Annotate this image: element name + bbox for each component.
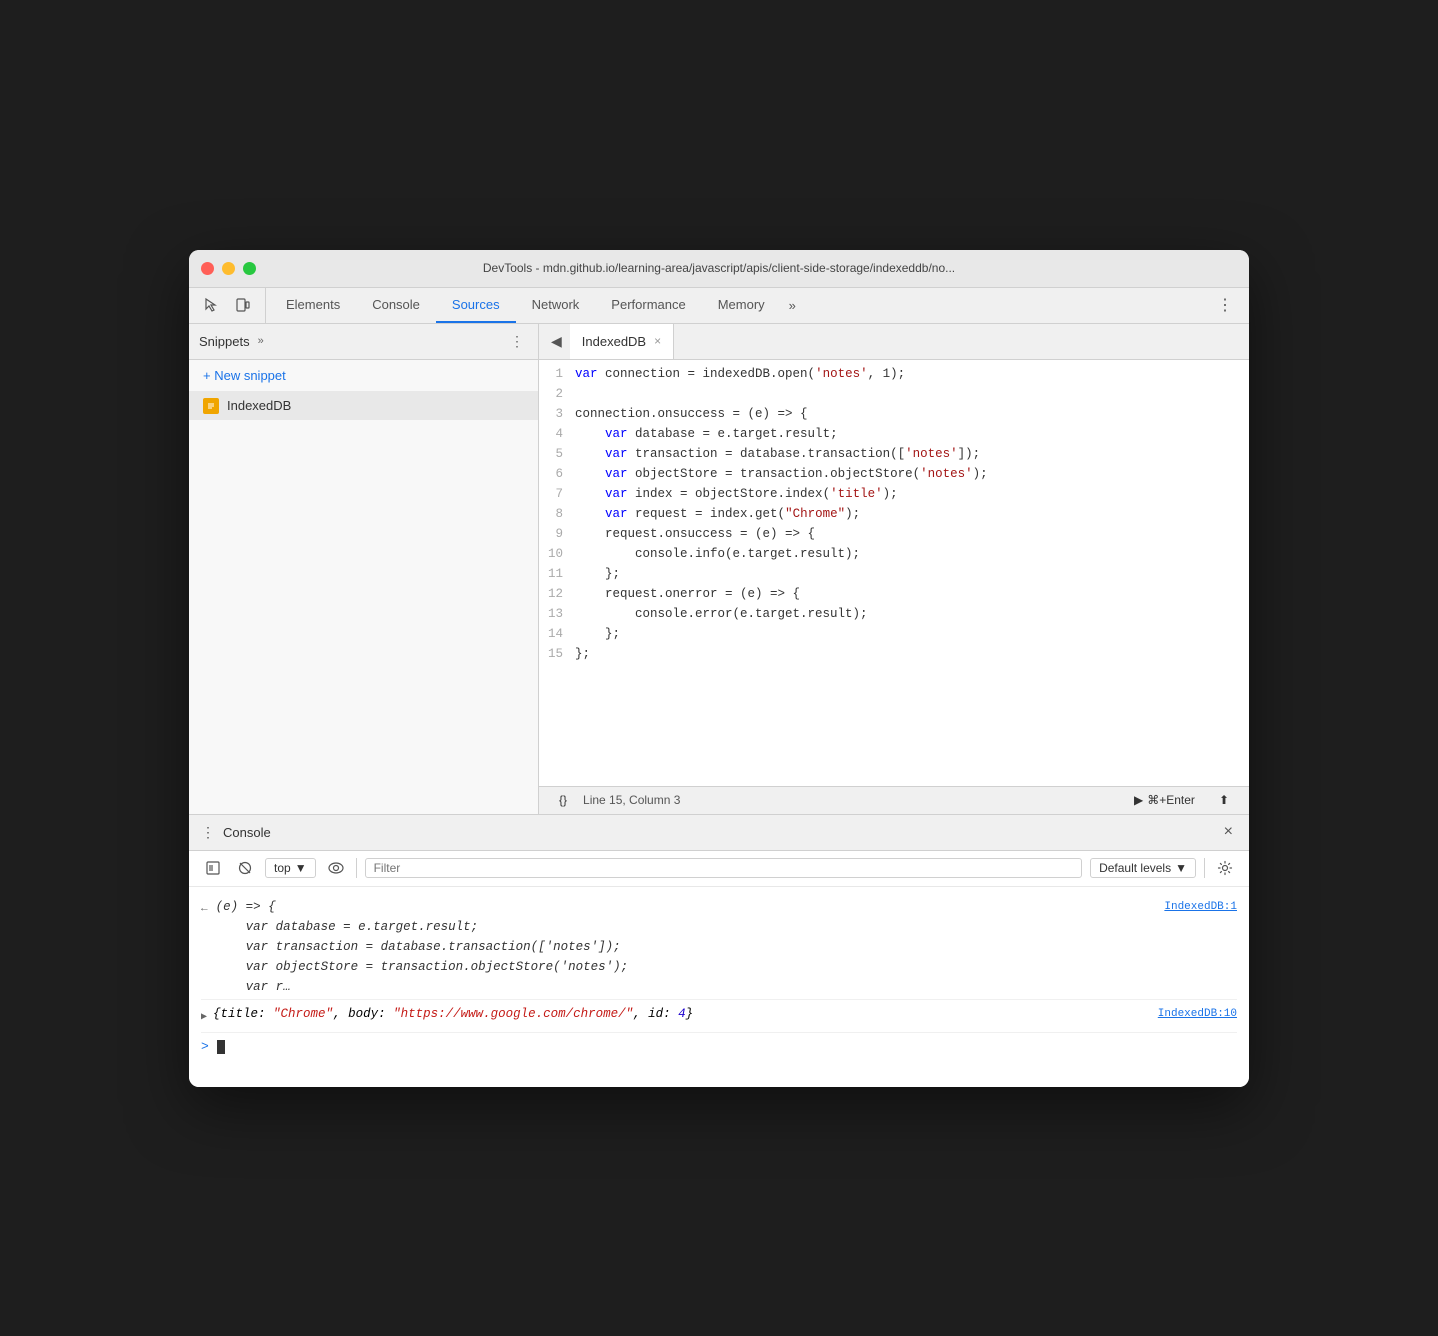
console-prompt[interactable]: > [201,1033,1237,1061]
code-line-6: 6 var objectStore = transaction.objectSt… [539,464,1249,484]
console-toolbar: top ▼ Default levels ▼ [189,851,1249,887]
nav-tabs: Elements Console Sources Network Perform… [270,288,1209,323]
tab-elements[interactable]: Elements [270,288,356,323]
code-line-5: 5 var transaction = database.transaction… [539,444,1249,464]
context-label: top [274,861,291,875]
devtools-toolbar: Elements Console Sources Network Perform… [189,288,1249,324]
prompt-arrow-icon: > [201,1037,209,1057]
code-line-11: 11 }; [539,564,1249,584]
expand-icon: ⬆ [1219,793,1229,807]
console-code-text: (e) => { var database = e.target.result;… [216,900,629,994]
console-entry-arrow: ← [201,897,208,919]
object-content: {title: "Chrome", body: "https://www.goo… [213,1004,1150,1024]
object-expand-triangle[interactable]: ▶ [201,1004,207,1028]
levels-selector[interactable]: Default levels ▼ [1090,858,1196,878]
devtools-window: DevTools - mdn.github.io/learning-area/j… [189,250,1249,1087]
expand-button[interactable]: ⬆ [1211,791,1237,809]
format-button[interactable]: {} [551,791,575,809]
title-bar: DevTools - mdn.github.io/learning-area/j… [189,250,1249,288]
code-line-1: 1 var connection = indexedDB.open('notes… [539,364,1249,384]
window-title: DevTools - mdn.github.io/learning-area/j… [483,261,955,275]
code-line-12: 12 request.onerror = (e) => { [539,584,1249,604]
editor-tab-bar: ◀ IndexedDB × [539,324,1249,360]
status-bar: {} Line 15, Column 3 ▶ ⌘+Enter ⬆ [539,786,1249,814]
code-line-10: 10 console.info(e.target.result); [539,544,1249,564]
console-source-link-1[interactable]: IndexedDB:1 [1164,897,1237,917]
snippets-chevron-icon: » [258,335,264,347]
context-dropdown-arrow: ▼ [295,861,307,875]
tab-performance[interactable]: Performance [595,288,701,323]
console-entry-content: (e) => { var database = e.target.result;… [216,897,1157,997]
gear-button[interactable] [1213,856,1237,880]
editor-tab-close-button[interactable]: × [654,334,661,348]
run-shortcut: ⌘+Enter [1147,793,1195,807]
levels-arrow: ▼ [1175,861,1187,875]
format-icon: {} [559,793,567,807]
context-selector[interactable]: top ▼ [265,858,316,878]
code-line-15: 15 }; [539,644,1249,664]
console-options-button[interactable]: ⋮ [201,824,215,841]
prompt-cursor [217,1040,225,1054]
code-line-3: 3 connection.onsuccess = (e) => { [539,404,1249,424]
toolbar-icons [197,288,266,323]
snippets-title-row: Snippets » [199,334,264,349]
more-tabs-button[interactable]: » [781,288,804,323]
snippets-header: Snippets » ⋮ [189,324,538,360]
code-line-13: 13 console.error(e.target.result); [539,604,1249,624]
snippet-name: IndexedDB [227,398,291,413]
code-editor[interactable]: 1 var connection = indexedDB.open('notes… [539,360,1249,786]
console-entry-1: ← (e) => { var database = e.target.resul… [201,895,1237,1000]
inspect-icon[interactable] [197,291,225,319]
filter-input[interactable] [365,858,1082,878]
levels-label: Default levels [1099,861,1171,875]
console-clear-button[interactable] [233,856,257,880]
close-button[interactable] [201,262,214,275]
window-controls [201,262,256,275]
console-header-left: ⋮ Console [201,824,271,841]
status-right: ▶ ⌘+Enter ⬆ [1126,791,1237,809]
console-title: Console [223,825,271,840]
tab-console[interactable]: Console [356,288,436,323]
snippets-panel: Snippets » ⋮ + New snippet IndexedDB [189,324,539,814]
console-panel: ⋮ Console × top ▼ [189,814,1249,1087]
devtools-menu-button[interactable]: ⋮ [1209,288,1241,323]
toolbar-divider [356,858,357,878]
cursor-position: Line 15, Column 3 [583,793,680,807]
run-play-icon: ▶ [1134,793,1143,807]
maximize-button[interactable] [243,262,256,275]
code-line-9: 9 request.onsuccess = (e) => { [539,524,1249,544]
tab-sources[interactable]: Sources [436,288,516,323]
device-icon[interactable] [229,291,257,319]
console-source-link-2[interactable]: IndexedDB:10 [1158,1004,1237,1024]
console-header: ⋮ Console × [189,815,1249,851]
code-line-14: 14 }; [539,624,1249,644]
editor-tab-indexeddb[interactable]: IndexedDB × [570,324,674,359]
snippets-more-button[interactable]: ⋮ [506,331,528,352]
editor-back-button[interactable]: ◀ [543,329,570,354]
code-line-2: 2 [539,384,1249,404]
main-content: Snippets » ⋮ + New snippet IndexedDB [189,324,1249,814]
console-run-button[interactable] [201,856,225,880]
run-button[interactable]: ▶ ⌘+Enter [1126,791,1203,809]
new-snippet-button[interactable]: + New snippet [189,360,538,392]
editor-panel: ◀ IndexedDB × 1 var connection = indexed… [539,324,1249,814]
tab-memory[interactable]: Memory [702,288,781,323]
code-line-8: 8 var request = index.get("Chrome"); [539,504,1249,524]
eye-button[interactable] [324,856,348,880]
code-line-7: 7 var index = objectStore.index('title')… [539,484,1249,504]
console-entry-2: ▶ {title: "Chrome", body: "https://www.g… [201,1000,1237,1033]
console-close-button[interactable]: × [1220,821,1237,843]
snippet-file-icon [203,398,219,414]
toolbar-divider2 [1204,858,1205,878]
minimize-button[interactable] [222,262,235,275]
snippet-item-indexeddb[interactable]: IndexedDB [189,392,538,420]
status-left: {} Line 15, Column 3 [551,791,680,809]
snippets-title: Snippets [199,334,250,349]
editor-tab-name: IndexedDB [582,334,646,349]
tab-network[interactable]: Network [516,288,596,323]
console-output: ← (e) => { var database = e.target.resul… [189,887,1249,1087]
new-snippet-label: + New snippet [203,368,286,383]
code-line-4: 4 var database = e.target.result; [539,424,1249,444]
